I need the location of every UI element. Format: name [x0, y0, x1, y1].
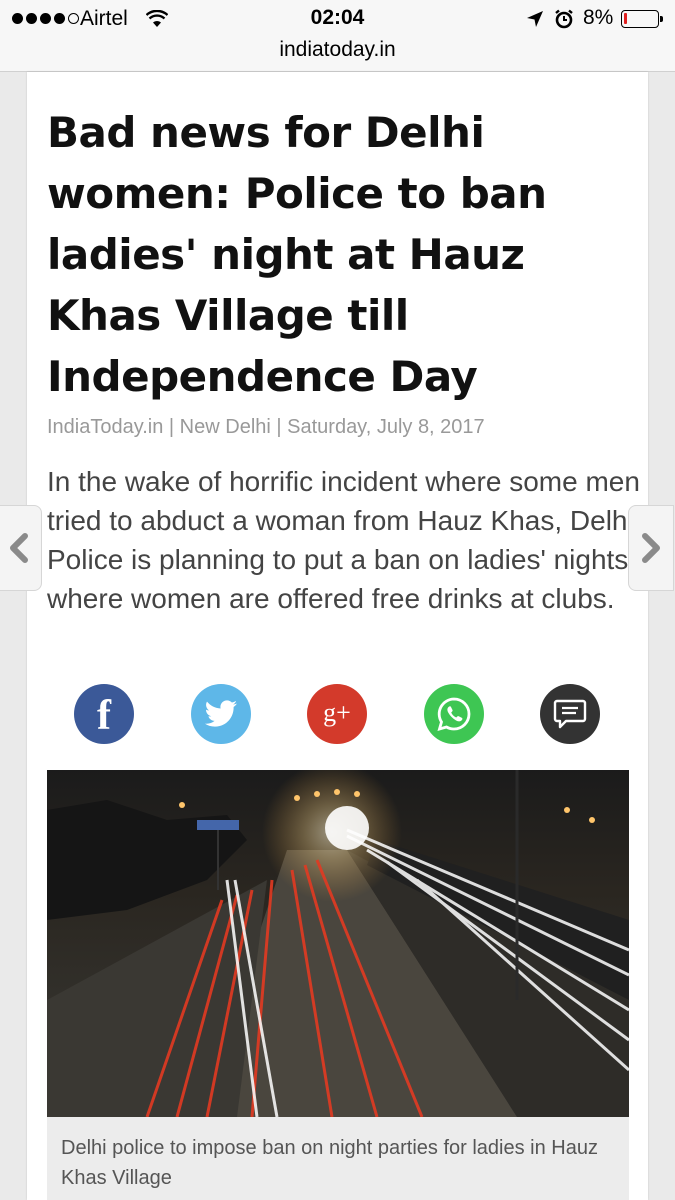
- article-photo: [47, 770, 629, 1117]
- facebook-icon: f: [97, 693, 111, 739]
- article-card: Bad news for Delhi women: Police to ban …: [27, 72, 648, 1200]
- comment-button[interactable]: [540, 684, 600, 744]
- location-arrow-icon: [527, 11, 543, 27]
- next-article-button[interactable]: [628, 505, 674, 591]
- share-bar: f g+: [27, 684, 648, 748]
- url-bar[interactable]: indiatoday.in: [0, 38, 675, 62]
- browser-top-bar: Airtel 02:04 8% indiatoday.in: [0, 0, 675, 72]
- night-highway-photo: [47, 770, 629, 1117]
- article-byline: IndiaToday.in | New Delhi | Saturday, Ju…: [47, 416, 485, 438]
- battery-fill: [624, 13, 627, 24]
- photo-caption: Delhi police to impose ban on night part…: [47, 1117, 629, 1200]
- google-plus-share-button[interactable]: g+: [307, 684, 367, 744]
- battery-percent: 8%: [583, 6, 614, 29]
- battery-icon: [621, 10, 663, 28]
- twitter-share-button[interactable]: [191, 684, 251, 744]
- facebook-share-button[interactable]: f: [74, 684, 134, 744]
- article-headline: Bad news for Delhi women: Police to ban …: [47, 108, 547, 401]
- twitter-icon: [204, 700, 237, 727]
- chevron-right-icon: [642, 533, 660, 563]
- status-bar: Airtel 02:04 8%: [0, 6, 675, 34]
- google-plus-icon: g+: [323, 698, 351, 727]
- whatsapp-share-button[interactable]: [424, 684, 484, 744]
- alarm-clock-icon: [555, 9, 573, 29]
- previous-article-button[interactable]: [0, 505, 42, 591]
- whatsapp-icon: [437, 697, 471, 732]
- chevron-left-icon: [10, 533, 28, 563]
- article-summary: In the wake of horrific incident where s…: [47, 466, 640, 614]
- comment-icon: [553, 699, 587, 729]
